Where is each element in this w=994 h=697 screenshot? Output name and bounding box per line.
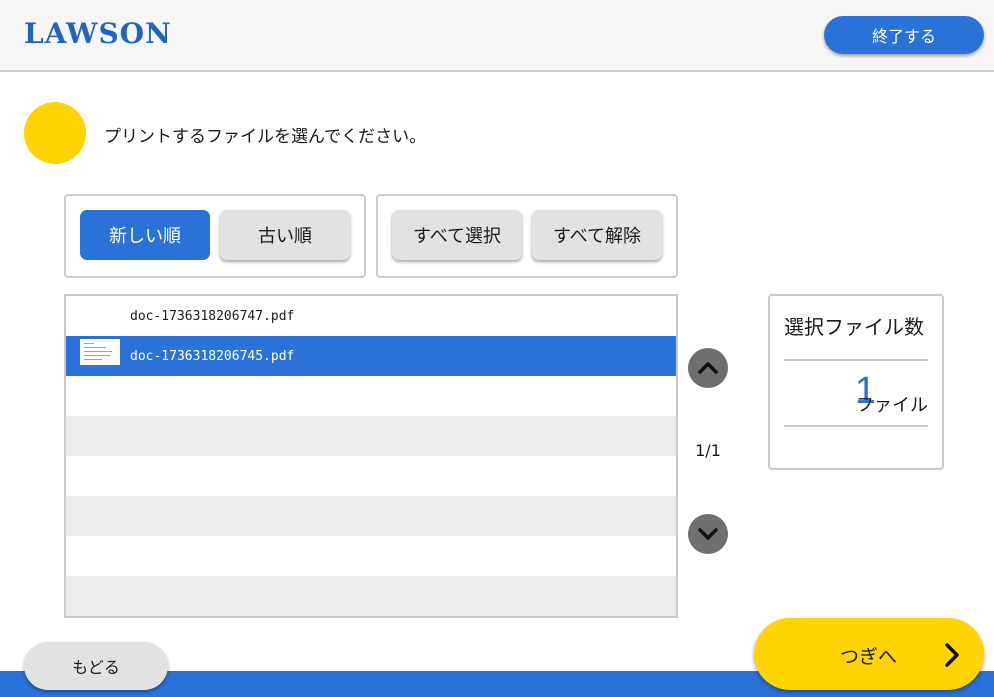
sort-button-group: 新しい順 古い順 [64,194,366,278]
scroll-up-button[interactable] [688,348,728,388]
empty-row [66,496,676,536]
sort-newest-button[interactable]: 新しい順 [80,210,210,260]
empty-row [66,536,676,576]
empty-row [66,576,676,616]
divider [784,359,928,361]
divider [784,425,928,427]
empty-row [66,456,676,496]
selected-file-count-panel: 選択ファイル数 1 ファイル [768,294,944,470]
sort-oldest-button[interactable]: 古い順 [220,210,350,260]
empty-row [66,416,676,456]
chevron-up-icon [698,362,718,374]
lawson-logo: LAWSON [24,17,172,50]
scroll-down-button[interactable] [688,514,728,554]
empty-row [66,376,676,416]
deselect-all-button[interactable]: すべて解除 [532,210,662,260]
file-row[interactable]: doc-1736318206747.pdf [66,296,676,336]
back-button[interactable]: もどる [24,642,168,690]
header: LAWSON 終了する [0,0,994,72]
pdf-thumbnail [80,339,120,365]
chevron-down-icon [698,528,718,540]
instruction-text: プリントするファイルを選んでください。 [104,127,427,147]
file-row-selected[interactable]: doc-1736318206745.pdf [66,336,676,376]
page-indicator: 1/1 [695,441,721,460]
file-name: doc-1736318206747.pdf [130,308,295,324]
file-list: doc-1736318206747.pdf doc-1736318206745.… [64,294,678,618]
select-all-button[interactable]: すべて選択 [392,210,522,260]
chevron-right-icon [945,643,959,667]
step-indicator-circle [24,102,86,164]
count-title: 選択ファイル数 [784,315,924,339]
next-button[interactable]: つぎへ [754,618,984,690]
count-unit: ファイル [856,395,928,416]
exit-button[interactable]: 終了する [824,16,984,54]
next-label: つぎへ [840,647,898,668]
file-name: doc-1736318206745.pdf [130,348,295,364]
selection-button-group: すべて選択 すべて解除 [376,194,678,278]
